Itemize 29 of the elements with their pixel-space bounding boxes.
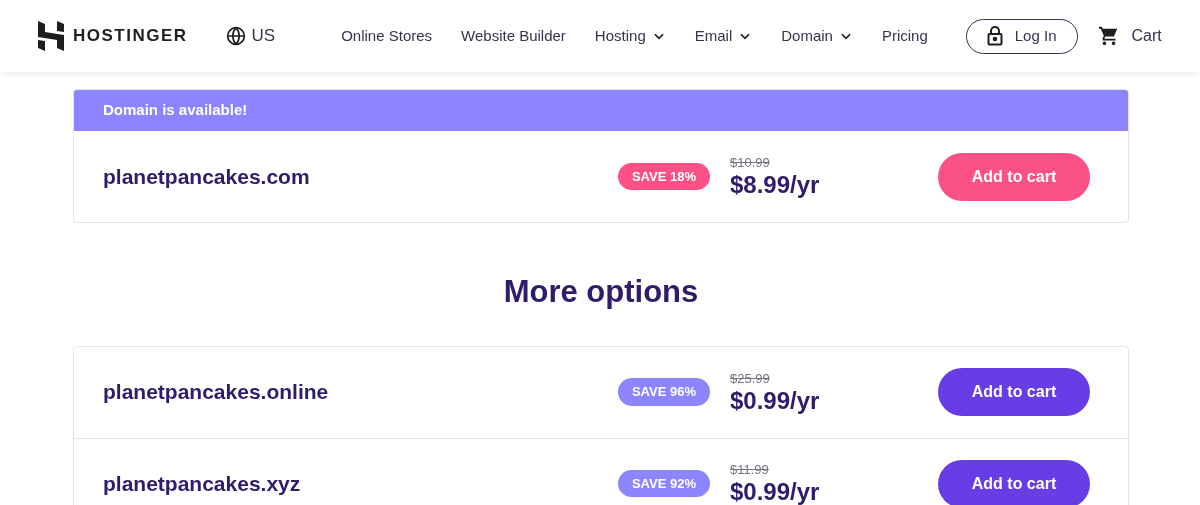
region-selector[interactable]: US [225,23,276,49]
discount-badge: SAVE 92% [617,469,710,498]
price: $0.99/yr [730,480,820,504]
domain-name: planetpancakes.online [103,379,330,406]
nav-link[interactable]: Email [694,24,753,48]
logo-icon [38,21,64,51]
discount-badge: SAVE 18% [617,162,710,191]
brand-name: HOSTINGER [73,25,188,48]
section-heading: More options [502,273,700,311]
discount-badge: SAVE 96% [617,378,710,406]
price: $8.99/yr [730,173,820,197]
price: $0.99/yr [730,388,820,413]
globe-icon [225,26,246,46]
domain-name: planetpancakes.com [103,163,311,190]
domain-name: planetpancakes.xyz [103,470,302,497]
old-price: $25.99 [730,371,770,385]
nav-link[interactable]: Website Builder [461,24,566,48]
nav-link[interactable]: Online Stores [341,24,433,48]
nav-link[interactable]: Hosting [594,24,666,48]
cart-button[interactable]: Cart [1097,24,1162,48]
cart-icon [1097,25,1120,47]
add-to-cart-button[interactable]: Add to cart [938,368,1090,416]
old-price: $10.99 [730,156,770,169]
old-price: $11.99 [730,463,769,476]
availability-banner: Domain is available! [74,90,1128,131]
nav-link[interactable]: Pricing [881,24,928,48]
nav-link[interactable]: Domain [781,24,853,48]
add-to-cart-button[interactable]: Add to cart [938,459,1090,505]
lock-icon [986,26,1003,46]
